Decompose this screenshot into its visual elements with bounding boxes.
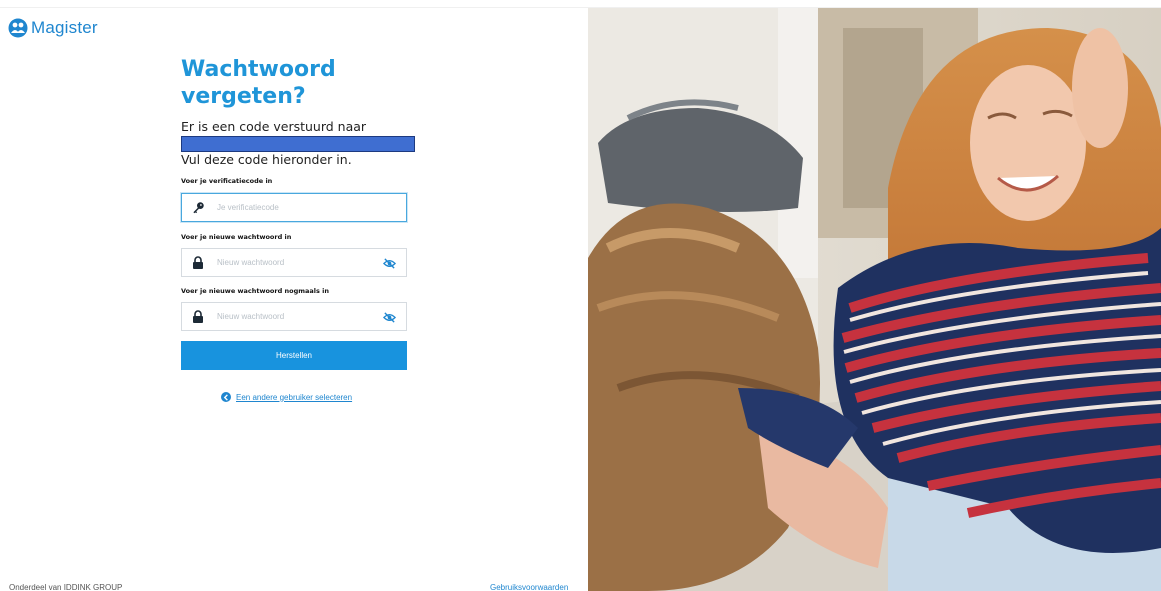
login-panel: Magister Wachtwoord vergeten? Er is een … bbox=[0, 0, 1161, 591]
repeat-password-label: Voer je nieuwe wachtwoord nogmaals in bbox=[181, 287, 330, 295]
lock-icon bbox=[191, 310, 205, 324]
title-line-2: vergeten? bbox=[181, 84, 306, 109]
brand-name: Magister bbox=[31, 18, 98, 37]
instruction-text: Vul deze code hieronder in. bbox=[181, 152, 352, 167]
verification-code-input[interactable] bbox=[217, 194, 377, 221]
eye-slash-icon[interactable] bbox=[383, 257, 396, 270]
title-line-1: Wachtwoord bbox=[181, 57, 336, 82]
repeat-password-field[interactable] bbox=[181, 302, 407, 331]
page-title: Wachtwoord vergeten? bbox=[181, 56, 407, 110]
select-other-user-label[interactable]: Een andere gebruiker selecteren bbox=[236, 393, 352, 402]
code-label: Voer je verificatiecode in bbox=[181, 177, 273, 185]
eye-slash-icon[interactable] bbox=[383, 311, 396, 324]
verification-code-field[interactable] bbox=[181, 193, 407, 222]
new-password-field[interactable] bbox=[181, 248, 407, 277]
redacted-email-block bbox=[181, 136, 415, 152]
lock-icon bbox=[191, 256, 205, 270]
top-divider bbox=[0, 0, 1161, 8]
code-sent-text: Er is een code verstuurd naar bbox=[181, 119, 367, 134]
hero-photo bbox=[588, 8, 1161, 591]
magister-logo[interactable]: Magister bbox=[8, 18, 98, 38]
select-other-user-link[interactable]: Een andere gebruiker selecteren bbox=[221, 392, 352, 402]
arrow-left-circle-icon bbox=[221, 392, 231, 402]
company-footer-text: Onderdeel van IDDINK GROUP bbox=[9, 583, 123, 591]
repeat-password-input[interactable] bbox=[217, 303, 377, 330]
new-password-label: Voer je nieuwe wachtwoord in bbox=[181, 233, 292, 241]
reset-button[interactable]: Herstellen bbox=[181, 341, 407, 370]
magister-people-icon bbox=[8, 18, 28, 38]
terms-link[interactable]: Gebruiksvoorwaarden bbox=[490, 583, 568, 591]
key-icon bbox=[191, 201, 205, 215]
students-photo-illustration bbox=[588, 8, 1161, 591]
new-password-input[interactable] bbox=[217, 249, 377, 276]
forgot-password-form: Wachtwoord vergeten? Er is een code vers… bbox=[181, 56, 415, 402]
